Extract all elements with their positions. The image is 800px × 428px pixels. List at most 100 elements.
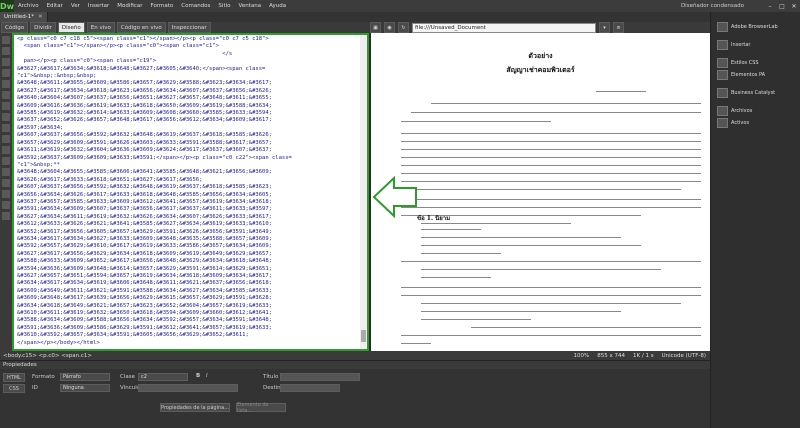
design-view-button[interactable]: Diseño	[57, 22, 85, 33]
collapse-tag-icon[interactable]	[2, 47, 10, 55]
menu-ventana[interactable]: Ventana	[235, 3, 266, 9]
code-scrollbar-thumb[interactable]	[361, 330, 366, 342]
text-line	[421, 303, 681, 304]
text-line	[401, 149, 701, 150]
address-input[interactable]: file:///Unsaved_Document	[412, 22, 596, 33]
multiscreen-icon[interactable]: ▣	[370, 22, 381, 33]
dropdown-icon[interactable]: ▾	[599, 22, 610, 33]
text-line	[421, 223, 571, 224]
minimize-icon[interactable]: –	[764, 3, 776, 10]
bold-button[interactable]: B	[196, 373, 200, 379]
document-tab-bar: Untitled-1* ✕	[0, 12, 710, 22]
menu-sitio[interactable]: Sitio	[214, 3, 234, 9]
italic-button[interactable]: I	[206, 373, 208, 379]
live-view-button[interactable]: En vivo	[86, 22, 115, 33]
business-catalyst-icon	[717, 88, 728, 98]
panel-browserlab[interactable]: Adobe BrowserLab	[717, 22, 778, 32]
menu-editar[interactable]: Editar	[43, 3, 67, 9]
menu-formato[interactable]: Formato	[147, 3, 178, 9]
inspect-button[interactable]: Inspeccionar	[167, 22, 211, 33]
class-select[interactable]: c2	[138, 373, 188, 381]
design-view[interactable]: ตัวอย่าง สัญญาเช่าคอมพิวเตอร์ ข้อ 1. นิย…	[371, 33, 710, 351]
panel-files[interactable]: Archivos	[717, 106, 752, 116]
code-view-button[interactable]: Código	[1, 22, 29, 33]
panel-assets[interactable]: Activos	[717, 118, 749, 128]
refresh-icon[interactable]: ↻	[398, 22, 409, 33]
format-select[interactable]: Párrafo	[60, 373, 110, 381]
code-view[interactable]: <p class="c0 c7 c18 c5"><span class="c1"…	[12, 33, 369, 351]
page-properties-button[interactable]: Propiedades de la página...	[160, 403, 230, 412]
move-css-icon[interactable]	[2, 179, 10, 187]
maximize-icon[interactable]: □	[776, 3, 788, 10]
text-line	[401, 133, 701, 134]
dreamweaver-logo: Dw	[0, 0, 15, 12]
indent-icon[interactable]	[2, 190, 10, 198]
link-input[interactable]	[138, 384, 238, 392]
code-text[interactable]: <p class="c0 c7 c18 c5"><span class="c1"…	[14, 35, 367, 348]
blank-line	[596, 91, 646, 92]
highlight-invalid-icon[interactable]	[2, 113, 10, 121]
expand-all-icon[interactable]	[2, 69, 10, 77]
document-tab[interactable]: Untitled-1* ✕	[0, 12, 48, 22]
select-parent-tag-icon[interactable]	[2, 80, 10, 88]
wrap-tag-icon[interactable]	[2, 157, 10, 165]
text-line	[421, 311, 621, 312]
ap-elements-icon	[717, 70, 728, 80]
section-heading: ข้อ 1. นิยาม	[417, 215, 451, 222]
menu-modificar[interactable]: Modificar	[113, 3, 146, 9]
zoom-level[interactable]: 100%	[574, 353, 590, 359]
menu-insertar[interactable]: Insertar	[84, 3, 113, 9]
text-line	[401, 295, 701, 296]
panel-insert[interactable]: Insertar	[717, 40, 750, 50]
syntax-error-icon[interactable]	[2, 124, 10, 132]
text-line	[401, 121, 551, 122]
panel-ap-elements[interactable]: Elementos PA	[717, 70, 765, 80]
text-line	[421, 229, 481, 230]
remove-comment-icon[interactable]	[2, 146, 10, 154]
tag-selector[interactable]: <body.c15> <p.c0> <span.c1>	[0, 353, 92, 359]
balance-braces-icon[interactable]	[2, 91, 10, 99]
document-tab-label: Untitled-1*	[4, 14, 34, 20]
html-mode-button[interactable]: HTML	[3, 373, 25, 382]
menu-archivo[interactable]: Archivo	[14, 3, 43, 9]
line-numbers-icon[interactable]	[2, 102, 10, 110]
open-documents-icon[interactable]	[2, 36, 10, 44]
properties-header[interactable]: Propiedades	[0, 360, 710, 369]
status-bar: <body.c15> <p.c0> <span.c1> 100% 855 x 7…	[0, 351, 710, 360]
close-tab-icon[interactable]: ✕	[38, 14, 43, 20]
workspace-switcher[interactable]: Diseñador condensado	[681, 3, 764, 9]
live-code-button[interactable]: Código en vivo	[116, 22, 166, 33]
close-window-icon[interactable]: ✕	[788, 3, 800, 10]
text-line	[421, 253, 501, 254]
text-line	[421, 277, 491, 278]
target-select[interactable]	[280, 384, 340, 392]
view-options-icon[interactable]: ≡	[613, 22, 624, 33]
recent-snippets-icon[interactable]	[2, 168, 10, 176]
text-line	[471, 327, 701, 328]
panel-css-styles[interactable]: Estilos CSS	[717, 58, 759, 68]
panel-business-catalyst[interactable]: Business Catalyst	[717, 88, 775, 98]
menu-ayuda[interactable]: Ayuda	[265, 3, 290, 9]
css-styles-icon	[717, 58, 728, 68]
properties-title: Propiedades	[3, 362, 37, 368]
menu-bar: Dw Archivo Editar Ver Insertar Modificar…	[0, 0, 800, 12]
menu-comandos[interactable]: Comandos	[177, 3, 214, 9]
id-select[interactable]: Ninguna	[60, 384, 110, 392]
window-size[interactable]: 855 x 744	[597, 353, 625, 359]
encoding: Unicode (UTF-8)	[661, 352, 706, 359]
code-scrollbar[interactable]	[360, 35, 367, 349]
text-line	[401, 287, 701, 288]
collapse-selection-icon[interactable]	[2, 58, 10, 66]
title-input[interactable]	[280, 373, 360, 381]
format-label: Formato	[32, 374, 55, 380]
text-line	[401, 165, 701, 166]
css-mode-button[interactable]: CSS	[3, 384, 25, 393]
preview-icon[interactable]: ◉	[384, 22, 395, 33]
document-heading: ตัวอย่าง	[528, 51, 553, 60]
list-item-button[interactable]: Elemento de lista...	[236, 402, 286, 414]
outdent-icon[interactable]	[2, 201, 10, 209]
format-source-icon[interactable]	[2, 212, 10, 220]
apply-comment-icon[interactable]	[2, 135, 10, 143]
menu-ver[interactable]: Ver	[67, 3, 84, 9]
split-view-button[interactable]: Dividir	[30, 22, 56, 33]
